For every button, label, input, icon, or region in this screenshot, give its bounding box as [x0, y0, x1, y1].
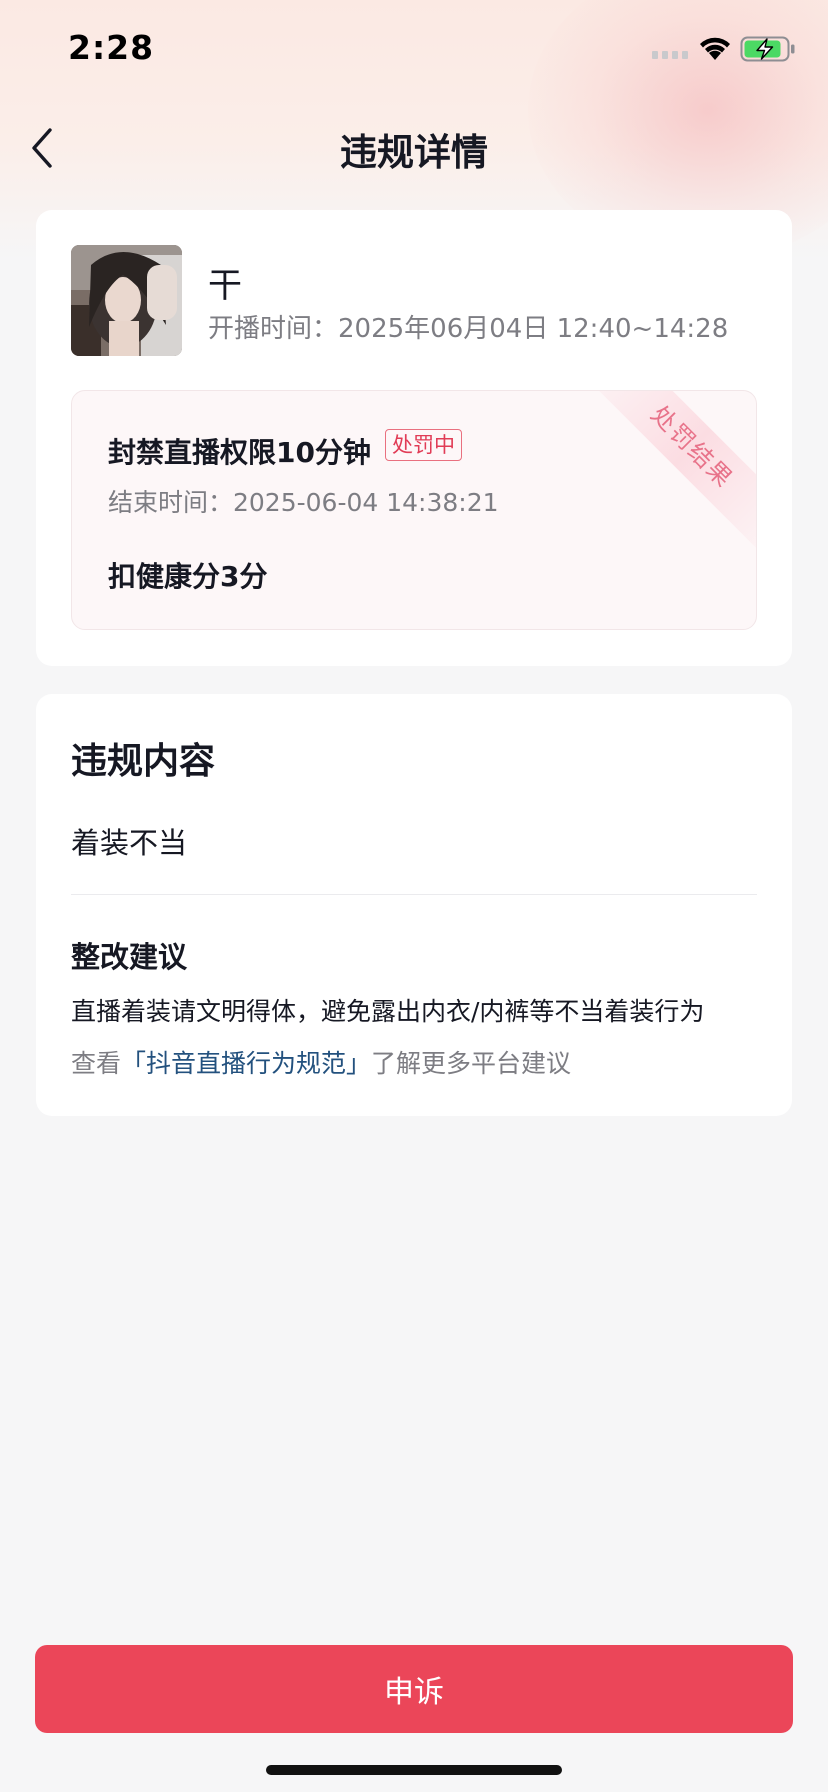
page-title: 违规详情 [340, 131, 488, 174]
status-time: 2:28 [68, 28, 155, 67]
navigation-bar: 违规详情 [0, 100, 828, 196]
battery-charging-icon [740, 36, 795, 62]
status-badge: 处罚中 [385, 429, 462, 461]
suggestion-text: 直播着装请文明得体，避免露出内衣/内裤等不当着装行为 [71, 997, 705, 1026]
more-prefix: 查看 [71, 1049, 122, 1078]
penalty-end-time: 结束时间：2025-06-04 14:38:21 [108, 488, 499, 517]
broadcast-card: 干 开播时间：2025年06月04日 12:40~14:28 处罚结果 封禁直播… [36, 210, 792, 666]
health-score-deduction: 扣健康分3分 [108, 560, 268, 593]
violation-card: 违规内容 着装不当 整改建议 直播着装请文明得体，避免露出内衣/内裤等不当着装行… [36, 694, 792, 1116]
more-suffix: 了解更多平台建议 [371, 1049, 572, 1078]
live-time: 开播时间：2025年06月04日 12:40~14:28 [208, 314, 729, 344]
suggestion-title: 整改建议 [71, 940, 188, 974]
more-guidelines-row: 查看「抖音直播行为规范」了解更多平台建议 [71, 1044, 571, 1080]
guidelines-link[interactable]: 「抖音直播行为规范」 [121, 1049, 371, 1078]
appeal-button[interactable]: 申诉 [35, 1645, 793, 1733]
penalty-result-ribbon: 处罚结果 [588, 391, 756, 551]
avatar [71, 245, 182, 356]
status-bar: 2:28 [0, 0, 828, 100]
violation-item: 着装不当 [71, 826, 188, 860]
divider [71, 894, 757, 895]
home-indicator [266, 1765, 562, 1775]
penalty-title: 封禁直播权限10分钟 [108, 436, 371, 469]
wifi-icon [700, 37, 730, 60]
violation-section-title: 违规内容 [71, 741, 216, 782]
penalty-result-box: 处罚结果 封禁直播权限10分钟 处罚中 结束时间：2025-06-04 14:3… [71, 390, 757, 630]
cellular-signal-icon [652, 51, 688, 59]
anchor-name: 干 [208, 266, 242, 306]
